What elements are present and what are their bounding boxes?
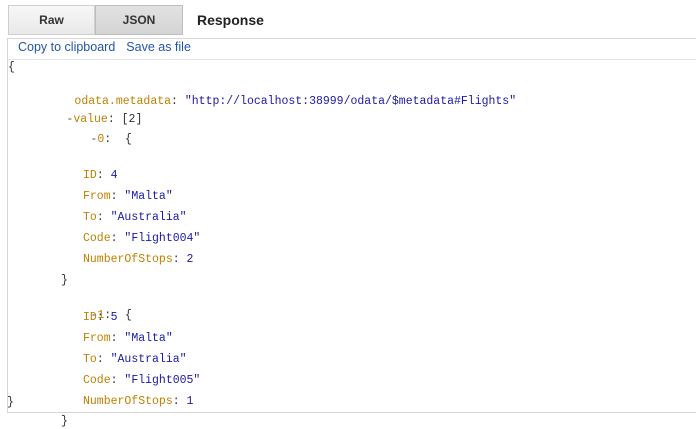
item-1-field-id: ID: 5 [83,311,118,324]
item-1-close-brace: } [61,415,68,428]
item-0-field-from: From: "Malta" [83,190,173,203]
response-toolbar: Raw JSON Response [0,0,696,38]
item-1-field-from: From: "Malta" [83,332,173,345]
root-open-brace: { [8,61,15,74]
actions-divider [8,59,696,60]
tab-raw[interactable]: Raw [8,5,95,35]
copy-to-clipboard-link[interactable]: Copy to clipboard [18,40,115,58]
item-0-field-to: To: "Australia" [83,211,187,224]
item-1-field-numberofstops: NumberOfStops: 1 [83,395,194,408]
root-close-brace-text: } [7,396,14,409]
item-0-field-numberofstops: NumberOfStops: 2 [83,253,194,266]
response-title: Response [197,12,264,28]
item-0-header: -0: { [90,133,132,146]
item-1-field-code: Code: "Flight005" [83,374,201,387]
response-actions: Copy to clipboard Save as file [18,40,191,58]
item-1-field-to: To: "Australia" [83,353,187,366]
response-panel: Copy to clipboard Save as file { odata.m… [7,38,696,428]
item-0-close-brace: } [61,274,68,287]
item-0-field-id: ID: 4 [83,169,118,182]
item-0-field-code: Code: "Flight004" [83,232,201,245]
save-as-file-link[interactable]: Save as file [126,40,191,58]
item-1-open-brace: { [124,309,132,322]
metadata-value: "http://localhost:38999/odata/$metadata#… [184,95,517,108]
tab-json[interactable]: JSON [95,5,183,35]
item-0-open-brace: { [124,133,132,146]
